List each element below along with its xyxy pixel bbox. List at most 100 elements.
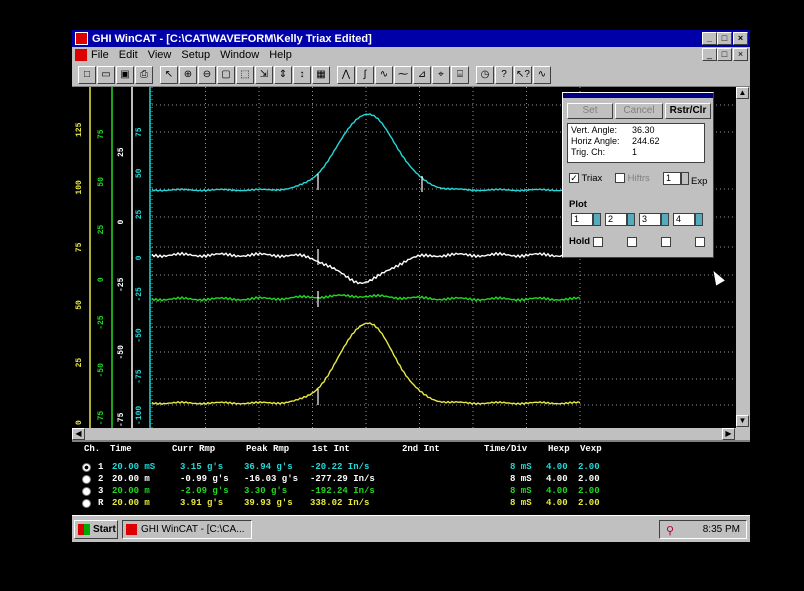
zoom-out-icon[interactable]: ⊖ — [198, 65, 216, 84]
axis-tick-label: 50 — [75, 300, 84, 310]
triax-checkbox[interactable]: ✓ Triax — [569, 173, 602, 184]
set-button[interactable]: Set — [567, 103, 613, 119]
channel-radio-1[interactable] — [82, 475, 91, 484]
scroll-right-icon[interactable]: ▶ — [722, 428, 735, 440]
maximize-button[interactable]: □ — [717, 32, 732, 45]
scroll-down-icon[interactable]: ▼ — [736, 415, 749, 427]
panel-titlebar[interactable] — [563, 93, 713, 98]
channel-radio-2[interactable] — [82, 487, 91, 496]
taskbar-wincat-item[interactable]: GHI WinCAT - [C:\CA... — [122, 520, 252, 539]
minimize-button[interactable]: _ — [702, 32, 717, 45]
whats-this-icon[interactable]: ↖? — [514, 65, 532, 84]
cursor-icon[interactable]: ↖ — [160, 65, 178, 84]
channel-radio-0[interactable] — [82, 463, 91, 472]
menu-bar: File Edit View Setup Window Help _ □ × — [72, 47, 750, 63]
scroll-up-down-icon[interactable]: ⇕ — [274, 65, 292, 84]
tray-app-icon[interactable]: ⚲ — [666, 523, 674, 540]
plot-spinner-4-arrows[interactable] — [695, 213, 703, 226]
hold-check-3[interactable] — [661, 237, 671, 247]
fft-icon[interactable]: ⊿ — [413, 65, 431, 84]
desktop-screen: GHI WinCAT - [C:\CAT\WAVEFORM\Kelly Tria… — [72, 30, 750, 542]
doc-close-button[interactable]: × — [733, 48, 748, 61]
plot-spinner-2-arrows[interactable] — [627, 213, 635, 226]
menu-setup[interactable]: Setup — [181, 49, 210, 61]
open-icon[interactable]: ▭ — [97, 65, 115, 84]
doc-restore-button[interactable]: □ — [717, 48, 732, 61]
column-header-3: Peak Rmp — [246, 444, 290, 454]
cell-peak: -16.03 g's — [244, 474, 299, 484]
start-button[interactable]: Start — [74, 520, 118, 539]
cell-time: 20.00 m — [112, 486, 150, 496]
cell-vexp: 2.00 — [578, 474, 600, 484]
axis-tick-label: 75 — [75, 242, 84, 252]
horizontal-scrollbar[interactable]: ◀ ▶ — [72, 428, 736, 440]
zoom-box-icon[interactable]: ▢ — [217, 65, 235, 84]
plot-spinner-2[interactable]: 2 — [605, 213, 627, 226]
print-icon[interactable]: ⎙ — [135, 65, 153, 84]
peak-icon[interactable]: ⋀ — [337, 65, 355, 84]
triax-check[interactable]: ✓ — [569, 173, 579, 184]
plot-spinner-1-arrows[interactable] — [593, 213, 601, 226]
measure-icon[interactable]: ⌖ — [432, 65, 450, 84]
plot-spinner-4[interactable]: 4 — [673, 213, 695, 226]
save-icon[interactable]: ▣ — [116, 65, 134, 84]
scroll-vert-icon[interactable]: ↕ — [293, 65, 311, 84]
menu-view[interactable]: View — [148, 49, 172, 61]
cell-tdiv: 8 mS — [510, 498, 532, 508]
trig-ch-value: 1 — [632, 147, 638, 157]
axis-tick-label: 100 — [75, 180, 84, 195]
cell-hexp: 4.00 — [546, 462, 568, 472]
menu-help[interactable]: Help — [269, 49, 292, 61]
exp-spinner-arrows[interactable] — [681, 172, 689, 185]
cancel-button[interactable]: Cancel — [615, 103, 663, 119]
cell-hexp: 4.00 — [546, 498, 568, 508]
integrate-icon[interactable]: ∫ — [356, 65, 374, 84]
menu-file[interactable]: File — [91, 49, 109, 61]
report-icon[interactable]: ⌸ — [451, 65, 469, 84]
grid-icon[interactable]: ▦ — [312, 65, 330, 84]
range-icon[interactable]: ⬚ — [236, 65, 254, 84]
task-label: GHI WinCAT - [C:\CA... — [141, 524, 245, 535]
hold-check-4[interactable] — [695, 237, 705, 247]
cell-curr: 3.15 g's — [180, 462, 224, 472]
plot-spinner-3[interactable]: 3 — [639, 213, 661, 226]
zoom-fit-icon[interactable]: ⇲ — [255, 65, 273, 84]
filter-check[interactable] — [615, 173, 625, 184]
scroll-left-icon[interactable]: ◀ — [72, 428, 85, 440]
exp-spinner[interactable]: 1 — [663, 172, 681, 185]
doc-minimize-button[interactable]: _ — [702, 48, 717, 61]
plot-spinner-1[interactable]: 1 — [571, 213, 593, 226]
axis-tick-label: -75 — [97, 411, 106, 426]
channel-radio-3[interactable] — [82, 499, 91, 508]
hold-check-2[interactable] — [627, 237, 637, 247]
app-icon[interactable] — [75, 32, 88, 45]
new-icon[interactable]: □ — [78, 65, 96, 84]
axis-tick-label: 75 — [135, 127, 144, 137]
triax-icon[interactable]: ∿ — [533, 65, 551, 84]
column-header-5: 2nd Int — [402, 444, 440, 454]
angle-info-box: Vert. Angle: 36.30 Horiz Angle: 244.62 T… — [567, 123, 705, 163]
clock-icon[interactable]: ◷ — [476, 65, 494, 84]
wave-icon[interactable]: ⁓ — [394, 65, 412, 84]
close-button[interactable]: × — [733, 32, 748, 45]
cell-time: 20.00 m — [112, 498, 150, 508]
cell-curr: 3.91 g's — [180, 498, 224, 508]
plot-spinner-3-arrows[interactable] — [661, 213, 669, 226]
title-bar[interactable]: GHI WinCAT - [C:\CAT\WAVEFORM\Kelly Tria… — [72, 30, 750, 47]
zoom-in-icon[interactable]: ⊕ — [179, 65, 197, 84]
menu-edit[interactable]: Edit — [119, 49, 138, 61]
vertical-scrollbar[interactable]: ▲ ▼ — [736, 87, 750, 428]
axis-tick-label: -50 — [97, 363, 106, 378]
axis-tick-label: 75 — [97, 129, 106, 139]
hold-check-1[interactable] — [593, 237, 603, 247]
document-icon[interactable] — [75, 49, 87, 61]
filter-icon[interactable]: ∿ — [375, 65, 393, 84]
scroll-up-icon[interactable]: ▲ — [736, 87, 749, 99]
help-icon[interactable]: ? — [495, 65, 513, 84]
axis-tick-label: -50 — [135, 328, 144, 343]
taskbar: Start GHI WinCAT - [C:\CA... ⚲ 8:35 PM — [72, 515, 750, 542]
cell-int1: -20.22 In/s — [310, 462, 370, 472]
rstr-clr-button[interactable]: Rstr/Clr — [665, 103, 711, 119]
menu-window[interactable]: Window — [220, 49, 259, 61]
filter-checkbox[interactable]: Hiftrs — [615, 173, 650, 184]
